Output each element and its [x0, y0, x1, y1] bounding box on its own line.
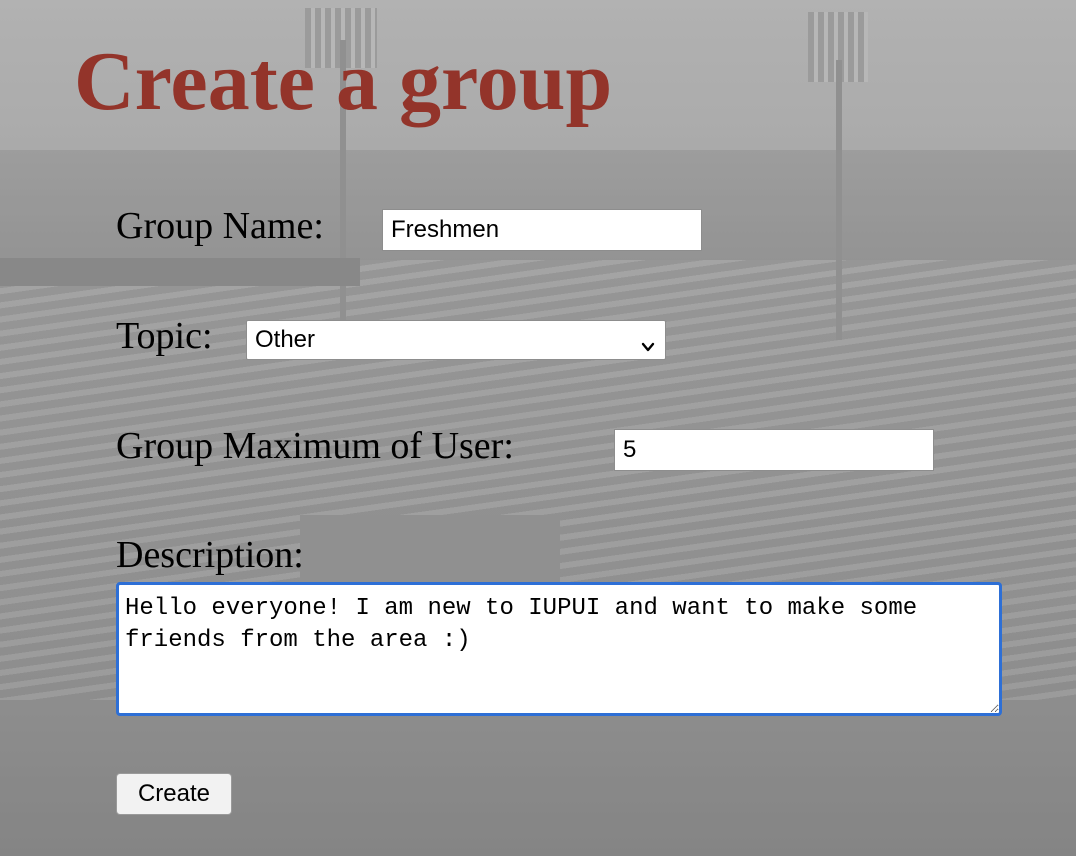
topic-select[interactable]: Other [246, 320, 666, 360]
max-users-label: Group Maximum of User: [116, 425, 514, 467]
create-button[interactable]: Create [116, 773, 232, 815]
description-textarea[interactable]: Hello everyone! I am new to IUPUI and wa… [116, 582, 1002, 716]
max-users-input[interactable]: 5 [614, 429, 934, 471]
description-label: Description: [116, 534, 304, 576]
max-users-value: 5 [623, 436, 637, 463]
topic-label: Topic: [116, 315, 213, 357]
create-group-form: Create a group Group Name: Freshmen Topi… [0, 0, 1076, 856]
group-name-value: Freshmen [391, 216, 500, 243]
group-name-input[interactable]: Freshmen [382, 209, 702, 251]
group-name-label: Group Name: [116, 205, 324, 247]
topic-selected-value: Other [255, 326, 316, 353]
page-title: Create a group [74, 35, 613, 128]
chevron-down-icon [641, 333, 655, 352]
